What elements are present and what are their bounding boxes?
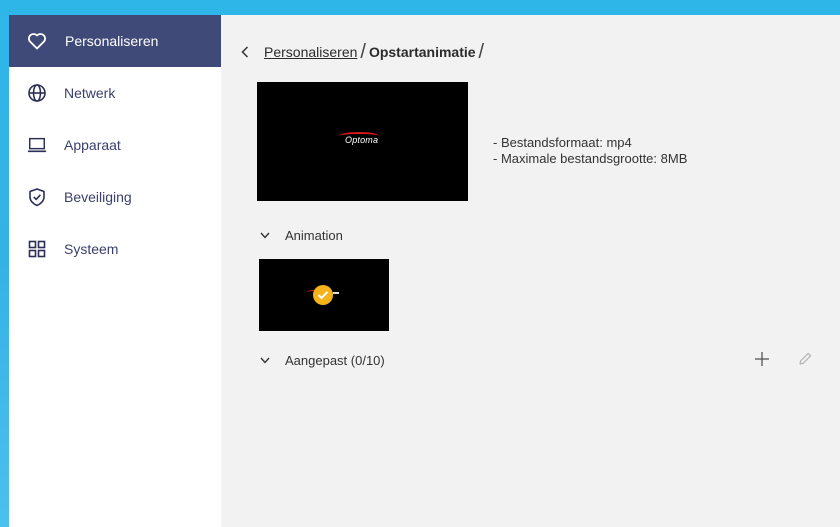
animation-thumbnail-selected[interactable] xyxy=(259,259,389,331)
grid-icon xyxy=(27,239,47,259)
animation-section-toggle[interactable]: Animation xyxy=(259,228,343,243)
chevron-down-icon xyxy=(259,230,271,242)
max-file-size-text: - Maximale bestandsgrootte: 8MB xyxy=(493,151,688,166)
edit-button[interactable] xyxy=(794,348,816,370)
breadcrumb-separator: / xyxy=(478,40,485,63)
sidebar: Personaliseren Netwerk Apparaat Beveilig… xyxy=(9,15,221,527)
settings-screen: Personaliseren Netwerk Apparaat Beveilig… xyxy=(9,15,840,527)
shield-check-icon xyxy=(27,187,47,207)
add-button[interactable] xyxy=(751,348,773,370)
heart-icon xyxy=(27,31,47,51)
check-circle-icon xyxy=(313,285,333,305)
sidebar-item-label: Personaliseren xyxy=(65,33,159,49)
sidebar-item-label: Apparaat xyxy=(64,137,121,153)
back-button[interactable] xyxy=(238,43,252,61)
sidebar-item-netwerk[interactable]: Netwerk xyxy=(9,67,221,119)
optoma-logo: Optoma xyxy=(345,135,379,145)
chevron-down-icon xyxy=(259,355,271,367)
breadcrumb-separator: / xyxy=(360,40,366,63)
logo-mark xyxy=(333,292,339,294)
file-requirements: - Bestandsformaat: mp4 - Maximale bestan… xyxy=(493,135,687,167)
main-panel: Personaliseren / Opstartanimatie / Optom… xyxy=(221,15,840,527)
sidebar-item-apparaat[interactable]: Apparaat xyxy=(9,119,221,171)
chevron-left-icon xyxy=(241,46,249,58)
breadcrumb-parent-link[interactable]: Personaliseren xyxy=(264,44,357,60)
custom-section-toggle[interactable]: Aangepast (0/10) xyxy=(259,353,385,368)
pencil-icon xyxy=(799,352,812,365)
sidebar-item-label: Netwerk xyxy=(64,85,116,101)
file-format-text: - Bestandsformaat: mp4 xyxy=(493,135,632,150)
sidebar-item-personaliseren[interactable]: Personaliseren xyxy=(9,15,221,67)
breadcrumb-current: Opstartanimatie xyxy=(368,44,476,60)
sidebar-item-label: Systeem xyxy=(64,241,119,257)
plus-icon xyxy=(755,352,769,366)
animation-section-label: Animation xyxy=(285,228,343,243)
laptop-icon xyxy=(27,135,47,155)
sidebar-item-beveiliging[interactable]: Beveiliging xyxy=(9,171,221,223)
breadcrumb: Personaliseren / Opstartanimatie / xyxy=(238,41,487,63)
animation-preview: Optoma xyxy=(257,82,468,201)
custom-section-label: Aangepast (0/10) xyxy=(285,353,385,368)
sidebar-item-systeem[interactable]: Systeem xyxy=(9,223,221,275)
globe-icon xyxy=(27,83,47,103)
sidebar-item-label: Beveiliging xyxy=(64,189,132,205)
